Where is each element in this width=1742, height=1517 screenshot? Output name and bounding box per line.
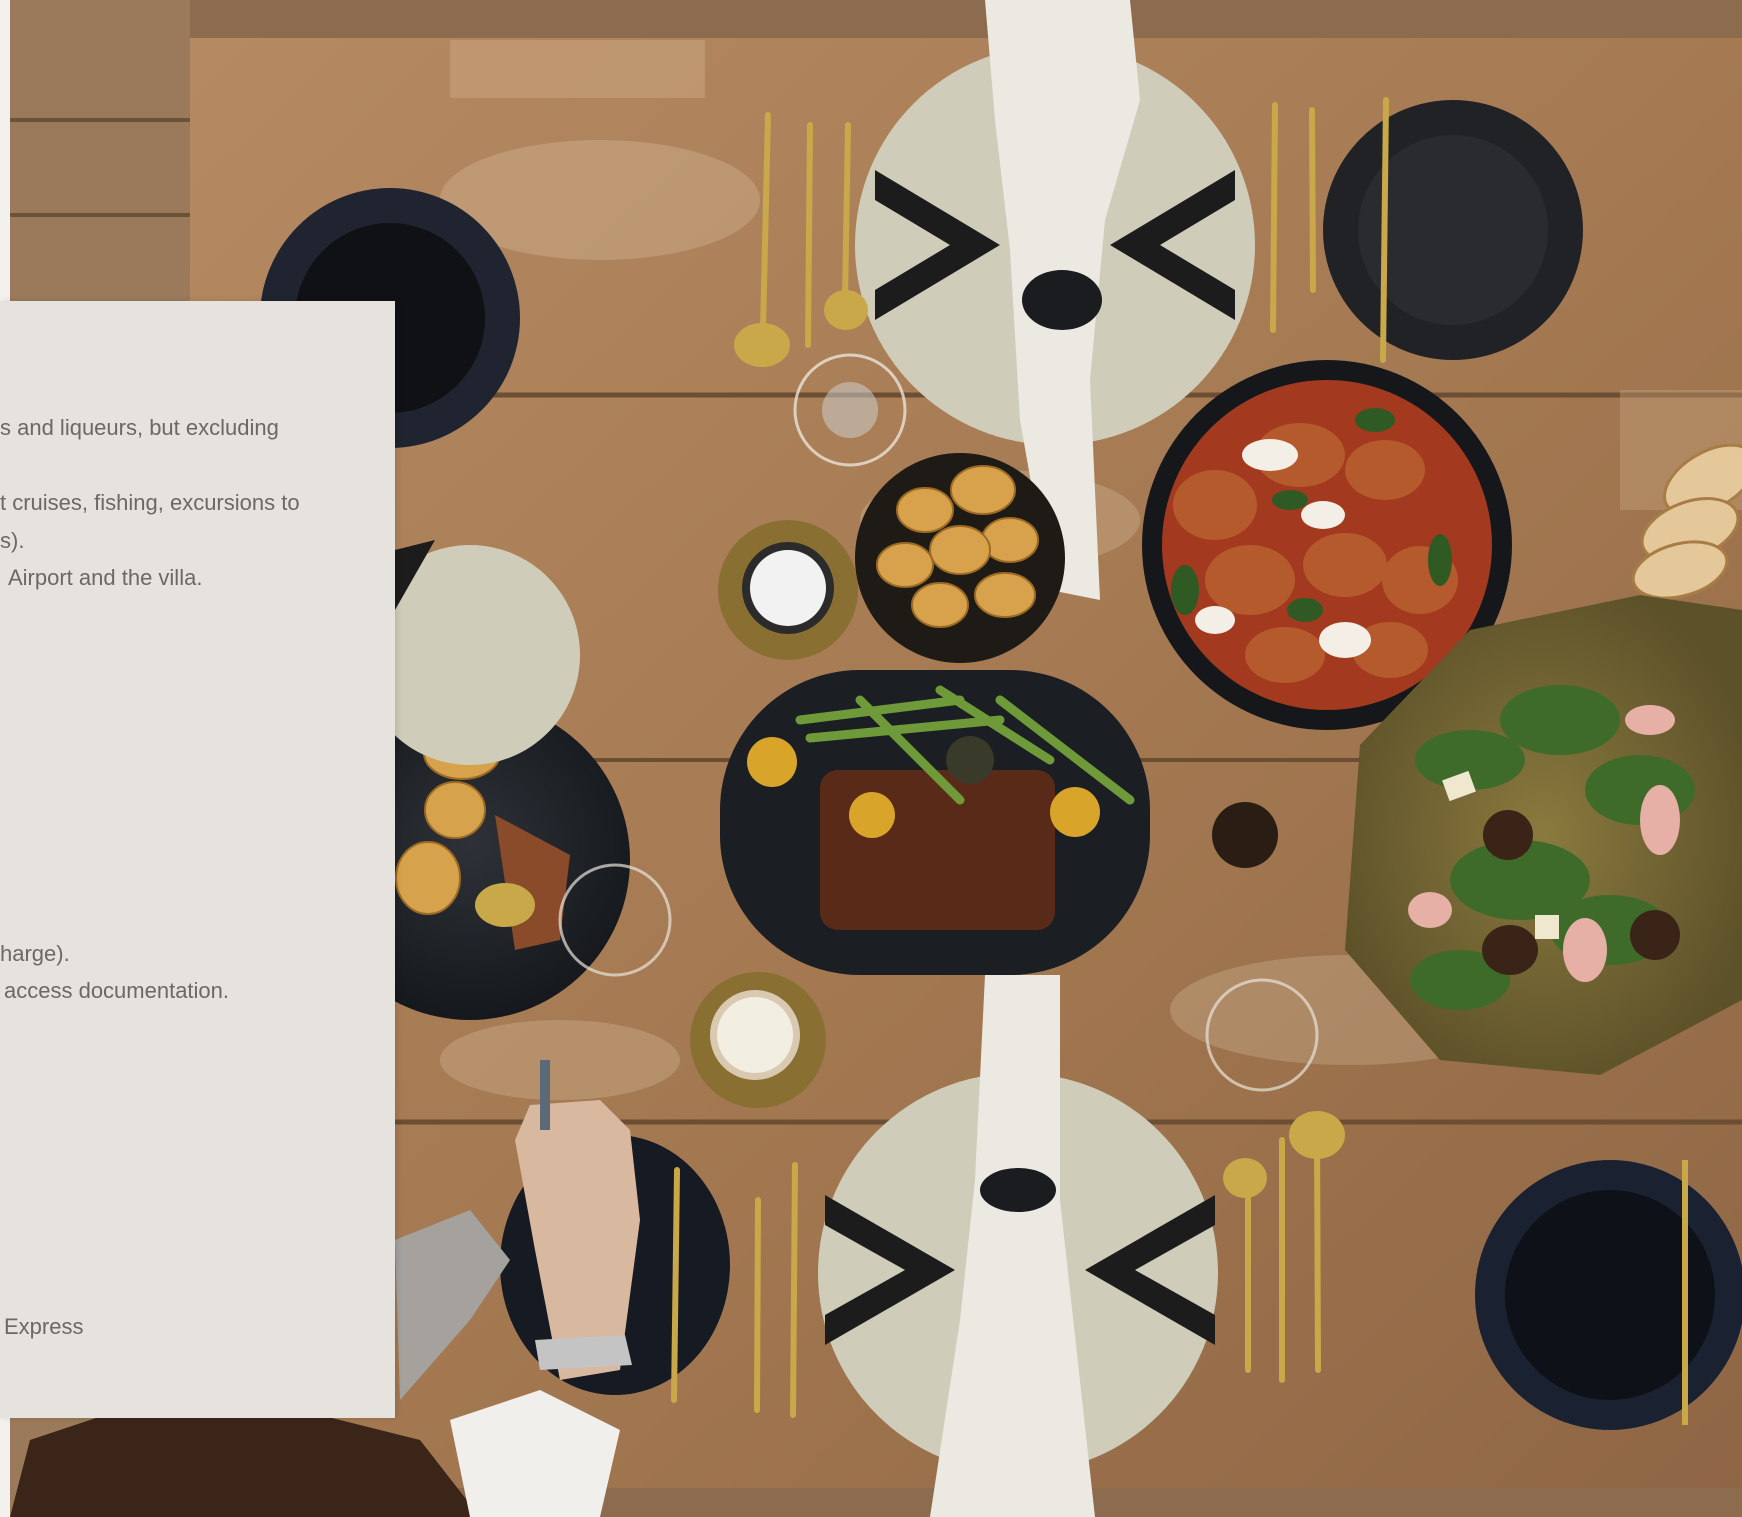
panel-line: s and liqueurs, but excluding: [0, 415, 279, 440]
info-panel: s and liqueurs, but excluding t cruises,…: [0, 301, 395, 1418]
panel-line: harge).: [0, 941, 70, 966]
panel-line: Express: [4, 1314, 84, 1339]
salmon-platter: [720, 670, 1150, 975]
panel-line: Airport and the villa.: [8, 565, 203, 590]
panel-line: t cruises, fishing, excursions to: [0, 490, 300, 515]
panel-line: access documentation.: [4, 978, 230, 1003]
panel-line: s).: [0, 528, 25, 553]
